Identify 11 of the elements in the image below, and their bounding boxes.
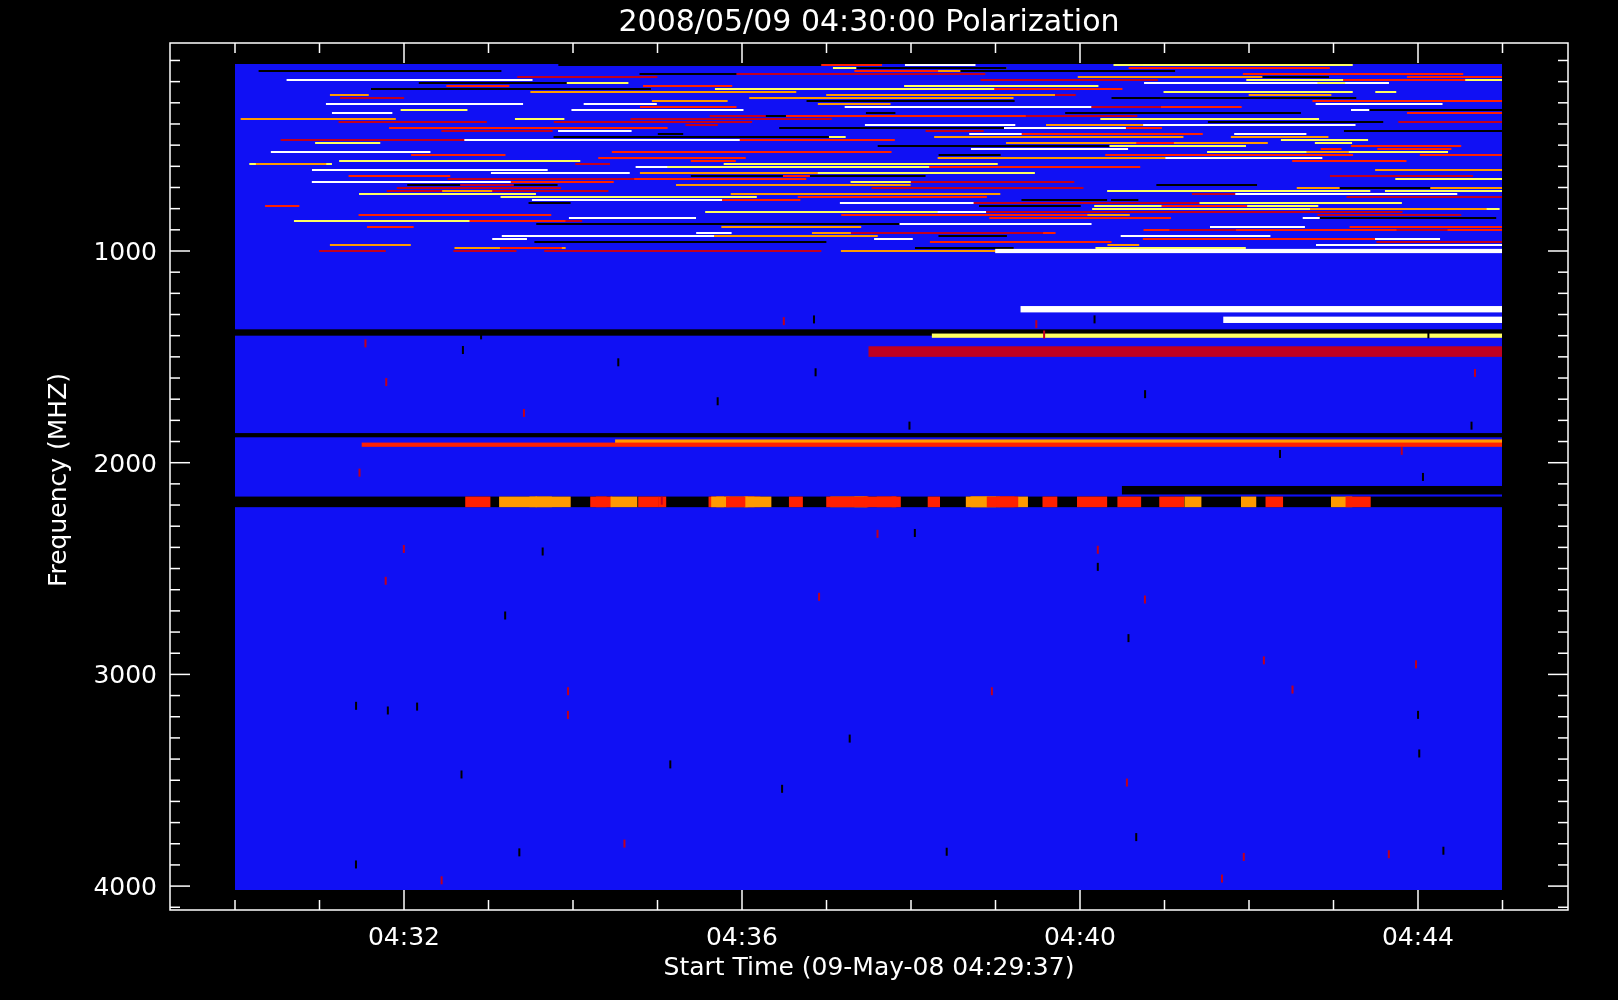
x-tick-label: 04:40 (1044, 922, 1116, 951)
x-tick-label: 04:32 (368, 922, 440, 951)
y-axis-title: Frequency (MHZ) (43, 372, 72, 588)
y-tick-label: 4000 (93, 872, 157, 902)
x-axis-title: Start Time (09-May-08 04:29:37) (663, 952, 1075, 981)
y-tick-label: 2000 (93, 448, 157, 478)
y-tick-label: 3000 (93, 660, 157, 690)
y-tick-label: 1000 (93, 237, 157, 266)
x-tick-label: 04:44 (1382, 922, 1454, 951)
x-tick-label: 04:36 (706, 922, 778, 951)
chart-title: 2008/05/09 04:30:00 Polarization (618, 3, 1120, 38)
